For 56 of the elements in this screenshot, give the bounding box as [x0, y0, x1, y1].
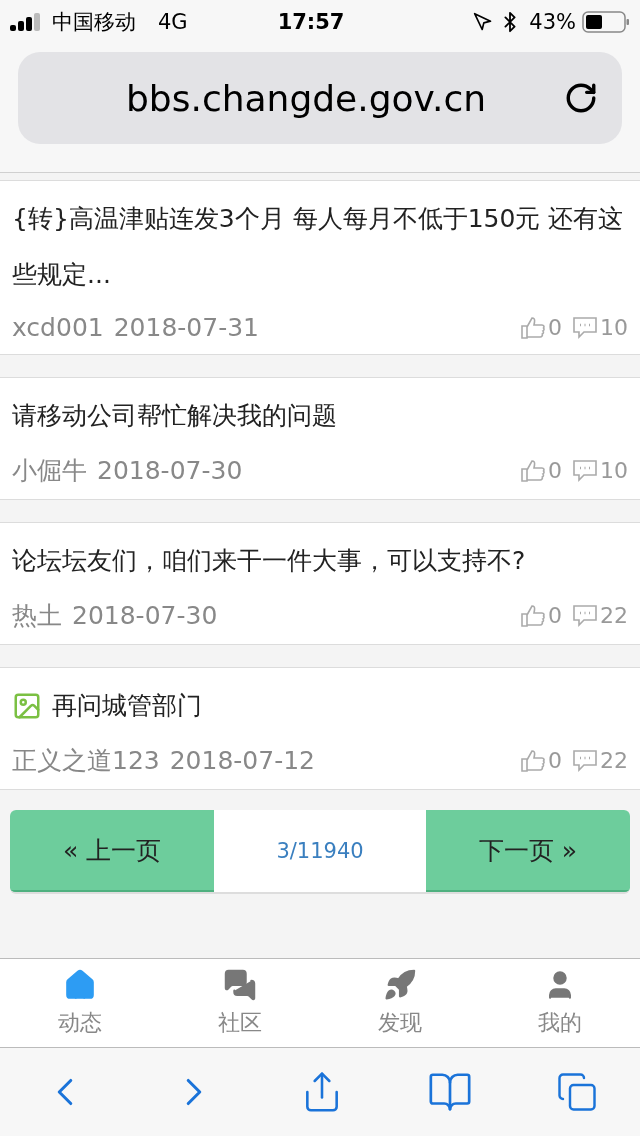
- comment-icon: [572, 315, 598, 340]
- reload-icon[interactable]: [564, 81, 598, 115]
- next-page-button[interactable]: 下一页 »: [426, 810, 630, 892]
- tabs-icon[interactable]: [556, 1071, 599, 1113]
- address-bar[interactable]: bbs.changde.gov.cn: [18, 52, 622, 144]
- thumbs-up-icon: [520, 603, 546, 628]
- like-count: 0: [548, 458, 562, 483]
- tab-item[interactable]: 我的: [480, 959, 640, 1047]
- rocket-icon: [383, 968, 417, 1002]
- thumbs-up-icon: [520, 748, 546, 773]
- post-author: 热土: [12, 600, 62, 632]
- previous-page-button[interactable]: « 上一页: [10, 810, 214, 892]
- thumbs-up-icon: [520, 315, 546, 340]
- post-author: xcd001: [12, 313, 104, 342]
- post-author: 正义之道123: [12, 745, 160, 777]
- thumbs-up-icon: [520, 458, 546, 483]
- comment-icon: [572, 603, 598, 628]
- post-card[interactable]: 请移动公司帮忙解决我的问题 小倔牛 2018-07-30 0 10: [0, 377, 640, 500]
- clock: 17:57: [277, 10, 345, 34]
- post-date: 2018-07-30: [72, 601, 218, 630]
- page-number: 3/11940: [275, 838, 365, 865]
- like-count: 0: [548, 603, 562, 628]
- post-card[interactable]: 论坛坛友们，咱们来干一件大事，可以支持不? 热土 2018-07-30 0 22: [0, 522, 640, 645]
- home-icon: [63, 968, 97, 1002]
- carrier-name: 中国移动: [52, 9, 136, 36]
- post-title: {转}高温津贴连发3个月 每人每月不低于150元 还有这些规定...: [12, 203, 625, 291]
- post-card[interactable]: 再问城管部门 正义之道123 2018-07-12 0 22: [0, 667, 640, 790]
- location-icon: [473, 12, 494, 32]
- like-count: 0: [548, 315, 562, 340]
- post-date: 2018-07-12: [169, 746, 315, 775]
- comment-count: 22: [600, 603, 628, 628]
- comment-icon: [572, 748, 598, 773]
- like-count: 0: [548, 748, 562, 773]
- battery-icon: [582, 11, 630, 33]
- post-date: 2018-07-30: [97, 456, 243, 485]
- url-text: bbs.changde.gov.cn: [126, 77, 488, 119]
- post-card[interactable]: {转}高温津贴连发3个月 每人每月不低于150元 还有这些规定... xcd001 2018-07-31 0 10: [0, 180, 640, 355]
- post-author: 小倔牛: [12, 455, 87, 487]
- chat-icon: [223, 968, 257, 1002]
- post-title: 论坛坛友们，咱们来干一件大事，可以支持不?: [12, 545, 526, 577]
- tab-label: 我的: [538, 1009, 582, 1037]
- tab-label: 动态: [58, 1009, 102, 1037]
- post-date: 2018-07-31: [113, 313, 259, 342]
- tab-item[interactable]: 动态: [0, 959, 160, 1047]
- comment-count: 10: [600, 458, 628, 483]
- tab-item[interactable]: 社区: [160, 959, 320, 1047]
- tab-label: 社区: [218, 1009, 262, 1037]
- tab-item[interactable]: 发现: [320, 959, 480, 1047]
- comment-icon: [572, 458, 598, 483]
- comment-count: 22: [600, 748, 628, 773]
- network-type: 4G: [158, 10, 188, 34]
- post-title: 请移动公司帮忙解决我的问题: [12, 400, 337, 432]
- battery-percent: 43%: [529, 10, 576, 34]
- comment-count: 10: [600, 315, 628, 340]
- post-title: 再问城管部门: [52, 690, 202, 722]
- tab-label: 发现: [378, 1009, 422, 1037]
